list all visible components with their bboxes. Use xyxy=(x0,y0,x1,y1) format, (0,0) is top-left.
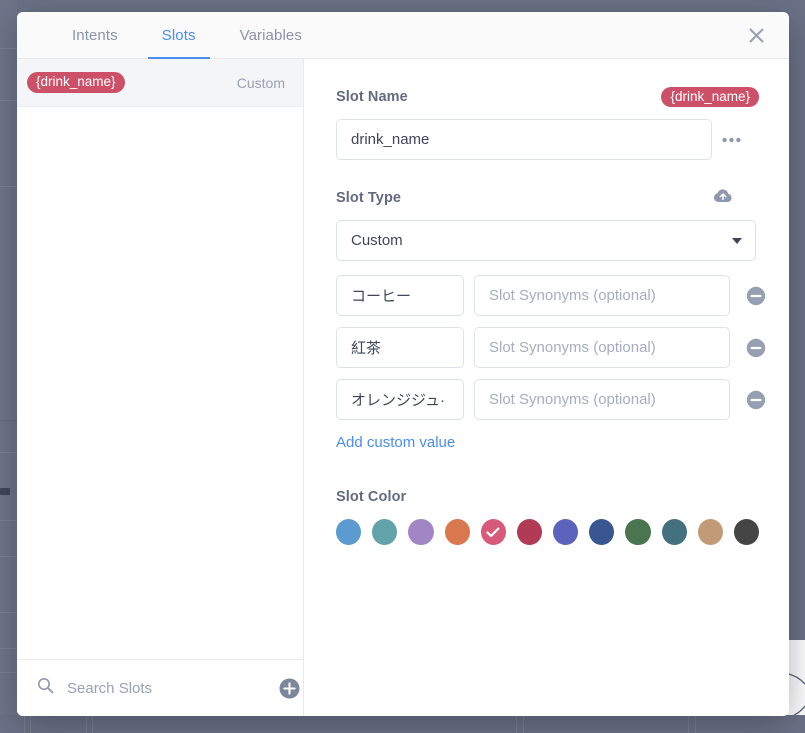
slot-type-label: Slot Type xyxy=(336,190,402,206)
custom-value-row xyxy=(336,275,766,316)
remove-value-icon-3[interactable] xyxy=(746,390,766,410)
color-swatch-9[interactable] xyxy=(661,519,687,545)
check-icon xyxy=(486,527,500,537)
slot-color-swatches xyxy=(336,519,760,545)
slot-name-header: Slot Name {drink_name} xyxy=(336,85,759,109)
custom-value-row xyxy=(336,379,766,420)
slot-name-label: Slot Name xyxy=(336,89,408,105)
slot-name-badge: {drink_name} xyxy=(661,86,759,108)
slots-search-bar xyxy=(17,659,303,716)
add-custom-value-link[interactable]: Add custom value xyxy=(336,434,455,451)
tab-slots-label: Slots xyxy=(161,26,196,44)
slots-modal: Intents Slots Variables {drink_name} Cus… xyxy=(17,12,789,716)
color-swatch-3[interactable] xyxy=(444,519,470,545)
slot-color-label: Slot Color xyxy=(336,489,407,505)
search-input[interactable] xyxy=(65,678,268,698)
slot-type-header: Slot Type xyxy=(336,186,759,210)
ellipsis-icon[interactable] xyxy=(720,133,743,147)
color-swatch-5[interactable] xyxy=(516,519,543,545)
color-swatch-0[interactable] xyxy=(336,519,362,545)
background-graph-node xyxy=(0,488,10,495)
custom-value-input-2[interactable] xyxy=(336,327,464,368)
color-swatch-8[interactable] xyxy=(625,519,651,545)
slot-detail-pane: Slot Name {drink_name} Slot Type xyxy=(304,59,789,716)
synonyms-input-1[interactable] xyxy=(474,275,730,316)
slot-name-row xyxy=(336,119,759,160)
plus-circle-icon[interactable] xyxy=(279,678,300,699)
modal-body: {drink_name} Custom Search Slots Slot Na… xyxy=(17,59,789,716)
custom-value-row xyxy=(336,327,766,368)
synonyms-input-3[interactable] xyxy=(474,379,730,420)
chevron-down-icon xyxy=(732,237,742,244)
slot-chip: {drink_name} xyxy=(27,72,125,93)
slot-type-selected-value: Custom xyxy=(351,232,403,249)
remove-value-icon-1[interactable] xyxy=(746,286,766,306)
color-swatch-11[interactable] xyxy=(733,519,760,545)
custom-value-input-1[interactable] xyxy=(336,275,464,316)
slot-type-label: Custom xyxy=(236,74,285,91)
synonyms-input-2[interactable] xyxy=(474,327,730,368)
slot-color-section: Slot Color xyxy=(336,488,760,545)
modal-tabbar: Intents Slots Variables xyxy=(17,12,789,59)
custom-values-list xyxy=(336,275,766,420)
color-swatch-6[interactable] xyxy=(553,519,579,545)
custom-value-input-3[interactable] xyxy=(336,379,464,420)
tab-slots[interactable]: Slots xyxy=(140,12,218,59)
tab-intents-label: Intents xyxy=(72,26,118,44)
color-swatch-10[interactable] xyxy=(697,519,723,545)
background-bottom-bar xyxy=(0,715,805,733)
background-left-rail xyxy=(0,0,17,733)
color-swatch-7[interactable] xyxy=(589,519,615,545)
color-swatch-4-selected[interactable] xyxy=(480,519,506,545)
tab-variables-label: Variables xyxy=(239,26,302,44)
close-icon[interactable] xyxy=(743,22,769,48)
slot-type-select-wrap: Custom xyxy=(336,220,756,261)
slot-name-input[interactable] xyxy=(336,119,712,160)
list-item[interactable]: {drink_name} Custom xyxy=(17,59,303,107)
slot-type-select[interactable]: Custom xyxy=(336,220,756,261)
color-swatch-2[interactable] xyxy=(408,519,434,545)
remove-value-icon-2[interactable] xyxy=(746,338,766,358)
tab-variables[interactable]: Variables xyxy=(218,12,324,58)
cloud-upload-icon[interactable] xyxy=(713,188,733,208)
slots-list: {drink_name} Custom xyxy=(17,59,303,659)
tab-intents[interactable]: Intents xyxy=(50,12,140,58)
search-icon xyxy=(37,677,54,699)
color-swatch-1[interactable] xyxy=(372,519,398,545)
slots-sidebar: {drink_name} Custom xyxy=(17,59,304,716)
